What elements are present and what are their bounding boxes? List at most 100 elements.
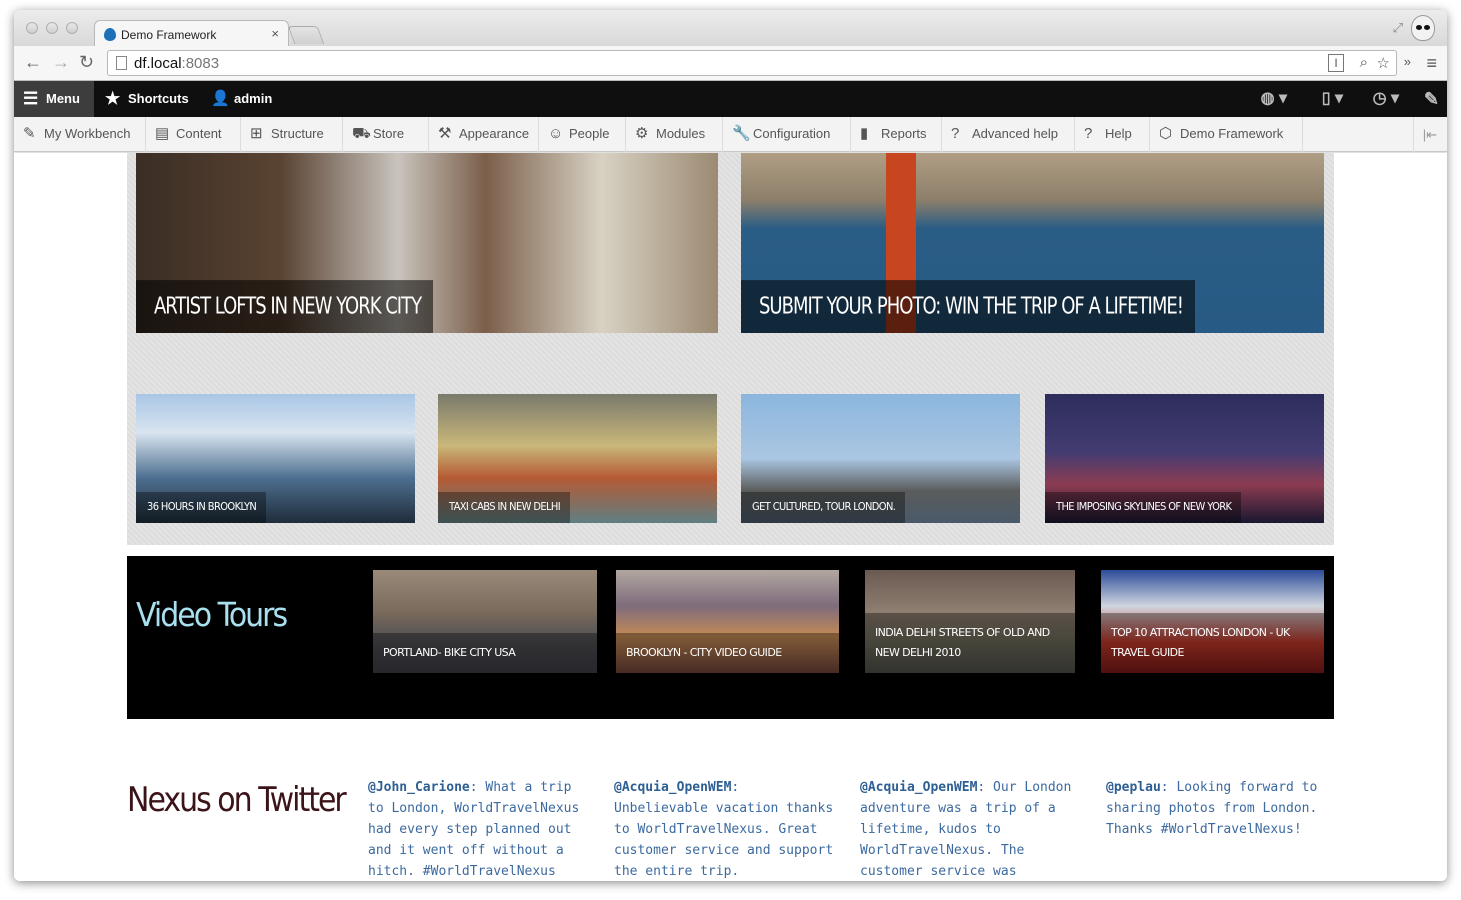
zoom-window-button[interactable] [66, 22, 78, 34]
url-port: :8083 [181, 55, 220, 72]
story-tile-caption: GET CULTURED, TOUR LONDON. [741, 492, 906, 523]
star-icon: ★ [105, 89, 121, 108]
tray-item-label: Reports [881, 126, 927, 141]
tray-item-label: Appearance [459, 126, 530, 141]
story-tile[interactable]: GET CULTURED, TOUR LONDON. [741, 394, 1020, 523]
drupal-favicon-icon [104, 28, 116, 41]
profile-avatar-icon[interactable] [1411, 15, 1435, 41]
tab-strip: Demo Framework × ⤢ [14, 10, 1447, 47]
tray-item-reports[interactable]: ▮ Reports [851, 117, 942, 152]
tray-item-appearance[interactable]: ⚒ Appearance [429, 117, 539, 152]
browser-toolbar: ← → ↻ df.local:8083 I ⌕ ☆ » ≡ [14, 46, 1447, 81]
tweet: @Acquia_OpenWEM: Unbelievable vacation t… [614, 777, 839, 881]
tray-item-icon: 🔧 [732, 125, 751, 142]
story-tile-caption: 36 HOURS IN BROOKLYN [136, 492, 267, 523]
tray-item-icon: ? [1084, 125, 1093, 142]
fullscreen-icon[interactable]: ⤢ [1393, 20, 1403, 36]
tweet-text: : Unbelievable vacation thanks to WorldT… [614, 780, 834, 879]
toolbar-shortcuts-button[interactable]: ★ Shortcuts [96, 81, 203, 117]
tweet-handle-link[interactable]: @Acquia_OpenWEM [614, 780, 731, 795]
tab-title: Demo Framework [121, 28, 217, 42]
back-icon[interactable]: ← [24, 52, 42, 73]
tray-item-content[interactable]: ▤ Content [146, 117, 241, 152]
video-tile[interactable]: INDIA DELHI STREETS OF OLD AND NEW DELHI… [865, 570, 1075, 673]
forward-icon[interactable]: → [52, 52, 70, 73]
toolbar-user-label: admin [234, 91, 273, 106]
video-tours-title: Video Tours [136, 596, 288, 635]
tray-collapse-icon[interactable]: |⇤ [1412, 117, 1437, 152]
tray-item-label: Configuration [753, 126, 831, 141]
tray-item-icon: ✎ [23, 125, 36, 142]
language-globe-icon[interactable]: ◍ ▾ [1261, 81, 1287, 117]
toolbar-menu-button[interactable]: ☰ Menu [14, 81, 94, 117]
revisions-icon[interactable]: ◷ ▾ [1373, 81, 1399, 117]
page-icon [116, 56, 127, 70]
extensions-chevron-icon[interactable]: » [1404, 54, 1411, 69]
new-tab-button[interactable] [287, 26, 325, 44]
story-tile-caption: TAXI CABS IN NEW DELHI [438, 492, 571, 523]
tray-item-label: My Workbench [44, 126, 131, 141]
tray-item-store[interactable]: ⛟ Store [343, 117, 429, 152]
reload-icon[interactable]: ↻ [79, 52, 94, 73]
admin-tray: ✎ My Workbench ▤ Content ⊞ Structure ⛟ Store ⚒ Ap… [14, 117, 1447, 152]
toolbar-menu-label: Menu [46, 91, 80, 106]
minimize-window-button[interactable] [46, 22, 58, 34]
tray-item-icon: ☺ [548, 125, 564, 142]
hero-tile[interactable]: SUBMIT YOUR PHOTO: WIN THE TRIP OF A LIF… [741, 153, 1324, 333]
toolbar-shortcuts-label: Shortcuts [128, 91, 189, 106]
featured-area: ARTIST LOFTS IN NEW YORK CITY SUBMIT YOUR… [127, 153, 1334, 545]
tray-item-label: Advanced help [972, 126, 1059, 141]
tray-item-label: Help [1105, 126, 1132, 141]
story-tile[interactable]: 36 HOURS IN BROOKLYN [136, 394, 415, 523]
tray-item-advanced-help[interactable]: ? Advanced help [942, 117, 1075, 152]
star-icon[interactable]: ☆ [1377, 54, 1390, 72]
search-icon[interactable]: ⌕ [1360, 54, 1368, 71]
tray-item-label: People [569, 126, 610, 141]
tray-item-icon: ⬡ [1159, 125, 1173, 142]
video-tile-caption: INDIA DELHI STREETS OF OLD AND NEW DELHI… [865, 613, 1075, 673]
twitter-title: Nexus on Twitter [127, 781, 347, 821]
story-tile[interactable]: THE IMPOSING SKYLINES OF NEW YORK [1045, 394, 1324, 523]
hero-tile[interactable]: ARTIST LOFTS IN NEW YORK CITY [136, 153, 718, 333]
browser-tab[interactable]: Demo Framework × [94, 20, 289, 47]
tweet-handle-link[interactable]: @Acquia_OpenWEM [860, 780, 977, 795]
tab-close-icon[interactable]: × [271, 26, 279, 41]
video-tile[interactable]: PORTLAND- BIKE CITY USA [373, 570, 597, 673]
tray-item-icon: ⊞ [250, 125, 263, 142]
video-tile-caption: TOP 10 ATTRACTIONS LONDON - UK TRAVEL GU… [1101, 613, 1324, 673]
tray-item-icon: ⚙ [635, 125, 649, 142]
tray-item-people[interactable]: ☺ People [539, 117, 626, 152]
tweet: @peplau: Looking forward to sharing phot… [1106, 777, 1331, 840]
close-window-button[interactable] [26, 22, 38, 34]
tray-item-modules[interactable]: ⚙ Modules [626, 117, 723, 152]
tweet-handle-link[interactable]: @peplau [1106, 780, 1161, 795]
tray-item-demo-framework[interactable]: ⬡ Demo Framework [1150, 117, 1303, 152]
tray-item-my-workbench[interactable]: ✎ My Workbench [14, 117, 146, 152]
chrome-menu-icon[interactable]: ≡ [1426, 53, 1437, 74]
tweet-handle-link[interactable]: @John_Carione [368, 780, 470, 795]
tray-item-help[interactable]: ? Help [1075, 117, 1150, 152]
address-bar[interactable]: df.local:8083 I ⌕ ☆ [107, 50, 1397, 76]
toolbar-user-button[interactable]: 👤 admin [202, 81, 286, 117]
url-host: df.local [134, 55, 182, 72]
story-tile-caption: THE IMPOSING SKYLINES OF NEW YORK [1045, 492, 1242, 523]
twitter-section: Nexus on Twitter @John_Carione: What a t… [127, 753, 1334, 881]
tray-item-label: Store [373, 126, 405, 141]
video-tile[interactable]: BROOKLYN - CITY VIDEO GUIDE [616, 570, 839, 673]
story-tile[interactable]: TAXI CABS IN NEW DELHI [438, 394, 717, 523]
reader-icon[interactable]: I [1328, 54, 1344, 72]
browser-window: Demo Framework × ⤢ ← → ↻ df.local:8083 I… [14, 10, 1447, 881]
tray-item-label: Demo Framework [1180, 126, 1284, 141]
tray-item-label: Modules [656, 126, 706, 141]
device-preview-icon[interactable]: ▯ ▾ [1322, 81, 1343, 117]
hamburger-icon: ☰ [23, 89, 39, 108]
tray-item-icon: ▮ [860, 125, 869, 142]
edit-pencil-icon[interactable]: ✎ [1424, 81, 1439, 117]
video-tile[interactable]: TOP 10 ATTRACTIONS LONDON - UK TRAVEL GU… [1101, 570, 1324, 673]
video-tile-caption: BROOKLYN - CITY VIDEO GUIDE [616, 633, 839, 673]
drupal-toolbar: ☰ Menu ★ Shortcuts 👤 admin ◍ ▾ ▯ ▾ ◷ ▾ ✎ [14, 81, 1447, 117]
tray-item-label: Content [176, 126, 222, 141]
hero-tile-caption: ARTIST LOFTS IN NEW YORK CITY [136, 280, 434, 333]
tray-item-structure[interactable]: ⊞ Structure [241, 117, 343, 152]
tray-item-configuration[interactable]: 🔧 Configuration [723, 117, 851, 152]
